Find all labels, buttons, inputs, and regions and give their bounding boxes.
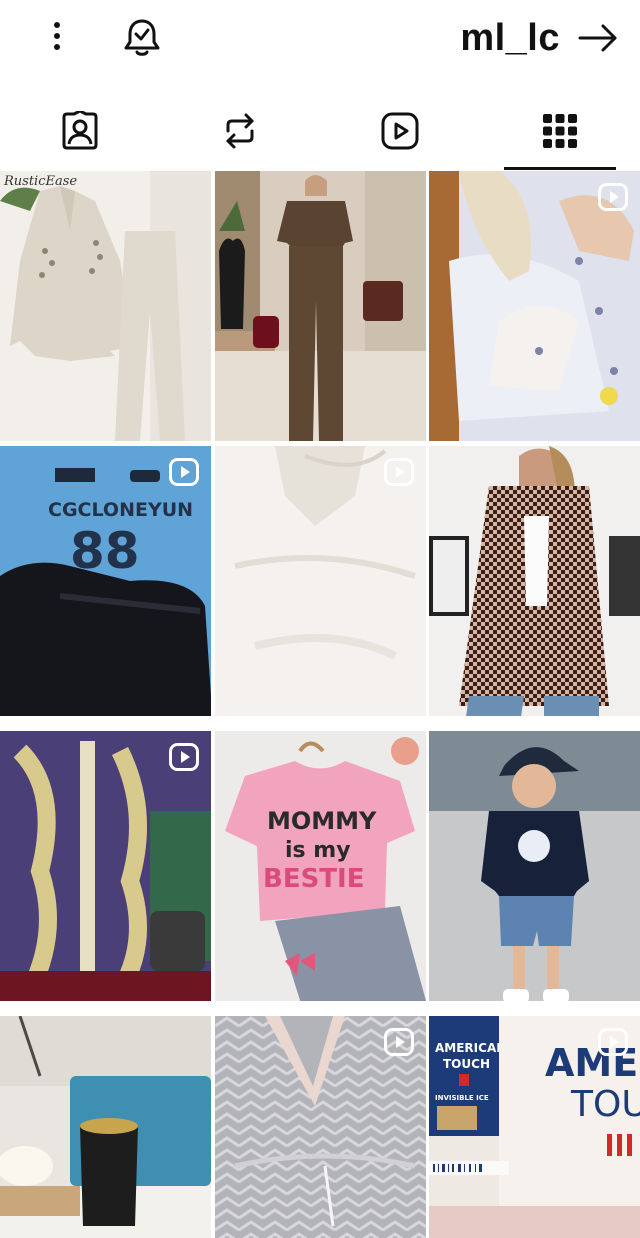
product-brand-line-1: AMERICAN [435,1041,506,1055]
more-options-button[interactable] [38,16,76,56]
post-tile-houndstooth-blazer[interactable] [429,446,640,716]
reel-badge-icon [598,183,628,211]
more-vertical-icon [54,22,60,50]
posts-grid: RusticEase CGCLONEYUN 88 MOMMY is my BES… [0,171,640,1238]
notifications-button[interactable] [118,14,166,60]
reel-badge-icon [384,1028,414,1056]
next-arrow-button[interactable] [570,16,626,60]
post-tile-beige-set[interactable]: RusticEase [0,171,211,441]
reel-badge-icon [384,458,414,486]
tab-reposts[interactable] [184,92,296,170]
tab-tagged[interactable] [24,92,136,170]
reels-icon [381,112,419,150]
post-image [429,446,640,716]
active-tab-indicator [504,167,616,170]
post-tile-boy-cap[interactable] [429,731,640,1001]
profile-tabs [0,92,640,170]
post-tile-embroidered-dress[interactable] [0,731,211,1001]
post-image: RusticEase [0,171,211,441]
bell-check-icon [124,19,160,56]
post-tile-blue-tee[interactable]: CGCLONEYUN 88 [0,446,211,716]
post-image [429,731,640,1001]
post-image: CGCLONEYUN 88 [0,446,211,716]
product-variant-text: INVISIBLE ICE [435,1094,489,1102]
post-image [0,1016,211,1238]
tee-print-text: CGCLONEYUN [48,499,193,521]
post-image [215,171,426,441]
profile-header: ml_lc [0,0,640,78]
post-image [429,171,640,441]
post-tile-american-touch[interactable]: AMERICAN TOUCH INVISIBLE ICE AMER TOU [429,1016,640,1238]
post-tile-brown-set[interactable] [215,171,426,441]
reposts-icon [226,113,254,149]
reel-badge-icon [169,743,199,771]
post-tile-mommy-bestie[interactable]: MOMMY is my BESTIE [215,731,426,1001]
grid-icon [543,114,577,148]
shirt-print-line-2: is my [285,838,351,863]
post-tile-sneakers[interactable] [429,171,640,441]
tab-reels[interactable] [344,92,456,170]
reel-badge-icon [598,1028,628,1056]
product-brand-line-2: TOUCH [443,1057,490,1071]
box-print-line-2: TOU [570,1084,640,1125]
post-tile-white-dress[interactable] [215,446,426,716]
watermark-text: RusticEase [3,174,77,189]
shirt-print-line-3: BESTIE [263,864,364,894]
tab-grid[interactable] [504,92,616,170]
tagged-person-icon [62,111,98,150]
post-image [215,446,426,716]
post-image [0,731,211,1001]
profile-username: ml_lc [460,17,560,59]
shirt-print-line-1: MOMMY [267,807,377,835]
reel-badge-icon [169,458,199,486]
arrow-right-icon [578,24,617,52]
post-tile-chevron-top[interactable] [215,1016,426,1238]
post-tile-candle-decor[interactable] [0,1016,211,1238]
post-image: MOMMY is my BESTIE [215,731,426,1001]
